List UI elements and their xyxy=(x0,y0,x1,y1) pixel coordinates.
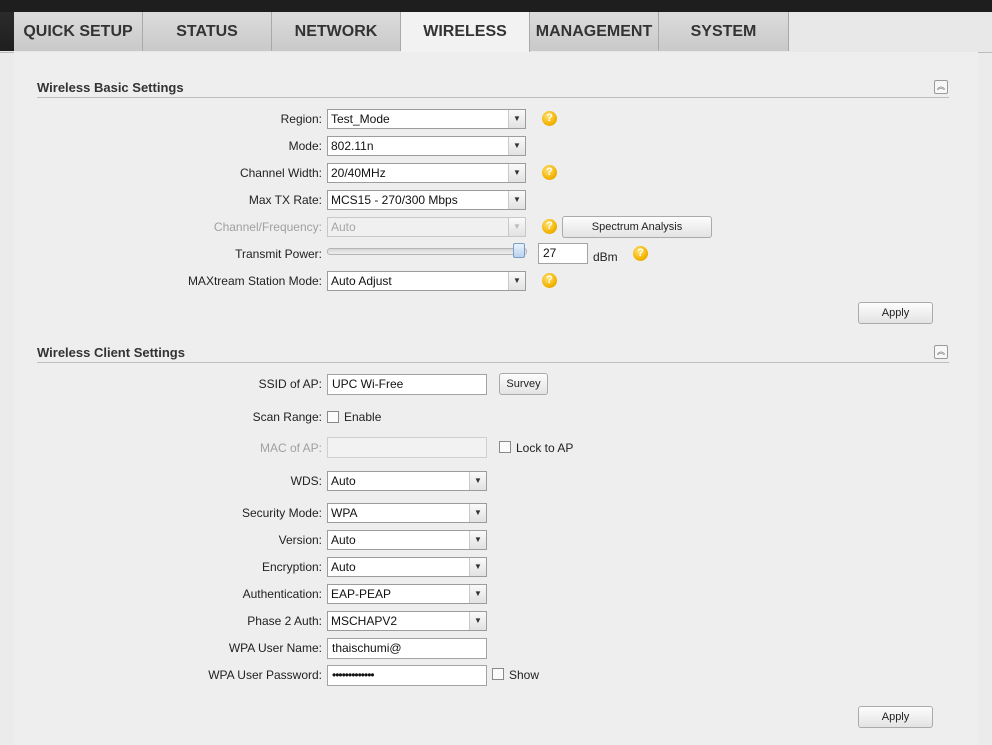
wds-label: WDS: xyxy=(290,474,322,488)
lock-to-ap-label: Lock to AP xyxy=(516,441,574,455)
channel-width-value: 20/40MHz xyxy=(331,166,386,180)
authentication-label: Authentication: xyxy=(242,587,322,601)
max-tx-rate-value: MCS15 - 270/300 Mbps xyxy=(331,193,458,207)
chevron-down-icon: ▼ xyxy=(469,472,486,490)
max-tx-rate-select[interactable]: MCS15 - 270/300 Mbps ▼ xyxy=(327,190,526,210)
client-apply-button[interactable]: Apply xyxy=(858,706,933,728)
show-password-label: Show xyxy=(509,668,540,682)
phase2-auth-label: Phase 2 Auth: xyxy=(247,614,322,628)
chevron-down-icon: ▼ xyxy=(508,110,525,128)
authentication-select[interactable]: EAP-PEAP ▼ xyxy=(327,584,487,604)
version-select[interactable]: Auto ▼ xyxy=(327,530,487,550)
scan-range-label: Scan Range: xyxy=(252,410,322,424)
help-icon[interactable]: ? xyxy=(542,165,557,180)
main-nav-tabs: QUICK SETUP STATUS NETWORK WIRELESS MANA… xyxy=(0,12,992,53)
help-icon[interactable]: ? xyxy=(542,273,557,288)
chevron-down-icon: ▼ xyxy=(508,137,525,155)
transmit-power-label: Transmit Power: xyxy=(235,247,322,261)
maxtream-station-mode-value: Auto Adjust xyxy=(331,274,392,288)
basic-settings-title: Wireless Basic Settings xyxy=(37,80,184,95)
scan-range-checkbox[interactable] xyxy=(327,411,339,423)
double-chevron-up-icon[interactable]: ︽ xyxy=(934,80,948,94)
wpa-user-name-input[interactable]: thaischumi@ xyxy=(327,638,487,659)
authentication-value: EAP-PEAP xyxy=(331,587,392,601)
chevron-down-icon: ▼ xyxy=(508,164,525,182)
help-icon[interactable]: ? xyxy=(542,111,557,126)
double-chevron-up-icon[interactable]: ︽ xyxy=(934,345,948,359)
ssid-label: SSID of AP: xyxy=(258,377,322,391)
version-value: Auto xyxy=(331,533,356,547)
mode-select[interactable]: 802.11n ▼ xyxy=(327,136,526,156)
encryption-label: Encryption: xyxy=(261,560,322,574)
channel-frequency-select: Auto ▼ xyxy=(327,217,526,237)
tab-quick-setup[interactable]: QUICK SETUP xyxy=(14,12,143,51)
slider-handle[interactable] xyxy=(513,243,525,258)
region-label: Region: xyxy=(280,112,322,126)
tab-management[interactable]: MANAGEMENT xyxy=(530,12,659,51)
region-value: Test_Mode xyxy=(331,112,390,126)
channel-width-label: Channel Width: xyxy=(239,166,322,180)
basic-settings-divider xyxy=(37,97,949,98)
region-select[interactable]: Test_Mode ▼ xyxy=(327,109,526,129)
encryption-value: Auto xyxy=(331,560,356,574)
client-settings-divider xyxy=(37,362,949,363)
survey-button[interactable]: Survey xyxy=(499,373,548,395)
chevron-down-icon: ▼ xyxy=(508,218,525,236)
lock-to-ap-checkbox[interactable] xyxy=(499,441,511,453)
phase2-auth-select[interactable]: MSCHAPV2 ▼ xyxy=(327,611,487,631)
chevron-down-icon: ▼ xyxy=(508,272,525,290)
scan-range-enable-label: Enable xyxy=(344,410,382,424)
mac-of-ap-input xyxy=(327,437,487,458)
transmit-power-slider[interactable] xyxy=(327,248,527,255)
mode-label: Mode: xyxy=(288,139,322,153)
max-tx-rate-label: Max TX Rate: xyxy=(248,193,322,207)
chevron-down-icon: ▼ xyxy=(469,504,486,522)
security-mode-value: WPA xyxy=(331,506,358,520)
show-password-checkbox[interactable] xyxy=(492,668,504,680)
chevron-down-icon: ▼ xyxy=(469,585,486,603)
tab-system[interactable]: SYSTEM xyxy=(659,12,789,51)
tabs-left-edge xyxy=(0,12,14,51)
help-icon[interactable]: ? xyxy=(542,219,557,234)
chevron-down-icon: ▼ xyxy=(469,558,486,576)
wpa-user-password-input[interactable]: ••••••••••••• xyxy=(327,665,487,686)
help-icon[interactable]: ? xyxy=(633,246,648,261)
version-label: Version: xyxy=(278,533,322,547)
tab-wireless[interactable]: WIRELESS xyxy=(401,12,530,52)
client-settings-title: Wireless Client Settings xyxy=(37,345,185,360)
chevron-down-icon: ▼ xyxy=(508,191,525,209)
maxtream-station-mode-select[interactable]: Auto Adjust ▼ xyxy=(327,271,526,291)
mac-of-ap-label: MAC of AP: xyxy=(259,441,322,455)
maxtream-station-mode-label: MAXtream Station Mode: xyxy=(187,274,322,288)
transmit-power-unit: dBm xyxy=(593,250,618,264)
mode-value: 802.11n xyxy=(331,139,374,153)
spectrum-analysis-button[interactable]: Spectrum Analysis xyxy=(562,216,712,238)
phase2-auth-value: MSCHAPV2 xyxy=(331,614,398,628)
wds-select[interactable]: Auto ▼ xyxy=(327,471,487,491)
transmit-power-input[interactable]: 27 xyxy=(538,243,588,264)
ssid-input[interactable]: UPC Wi-Free xyxy=(327,374,487,395)
security-mode-select[interactable]: WPA ▼ xyxy=(327,503,487,523)
security-mode-label: Security Mode: xyxy=(241,506,322,520)
basic-apply-button[interactable]: Apply xyxy=(858,302,933,324)
chevron-down-icon: ▼ xyxy=(469,612,486,630)
tab-network[interactable]: NETWORK xyxy=(272,12,401,51)
wpa-user-password-label: WPA User Password: xyxy=(208,668,322,682)
wds-value: Auto xyxy=(331,474,356,488)
tab-status[interactable]: STATUS xyxy=(143,12,272,51)
wpa-user-name-label: WPA User Name: xyxy=(228,641,322,655)
top-header-bar xyxy=(0,0,992,12)
channel-width-select[interactable]: 20/40MHz ▼ xyxy=(327,163,526,183)
encryption-select[interactable]: Auto ▼ xyxy=(327,557,487,577)
chevron-down-icon: ▼ xyxy=(469,531,486,549)
channel-frequency-label: Channel/Frequency: xyxy=(213,220,322,234)
channel-frequency-value: Auto xyxy=(331,220,356,234)
